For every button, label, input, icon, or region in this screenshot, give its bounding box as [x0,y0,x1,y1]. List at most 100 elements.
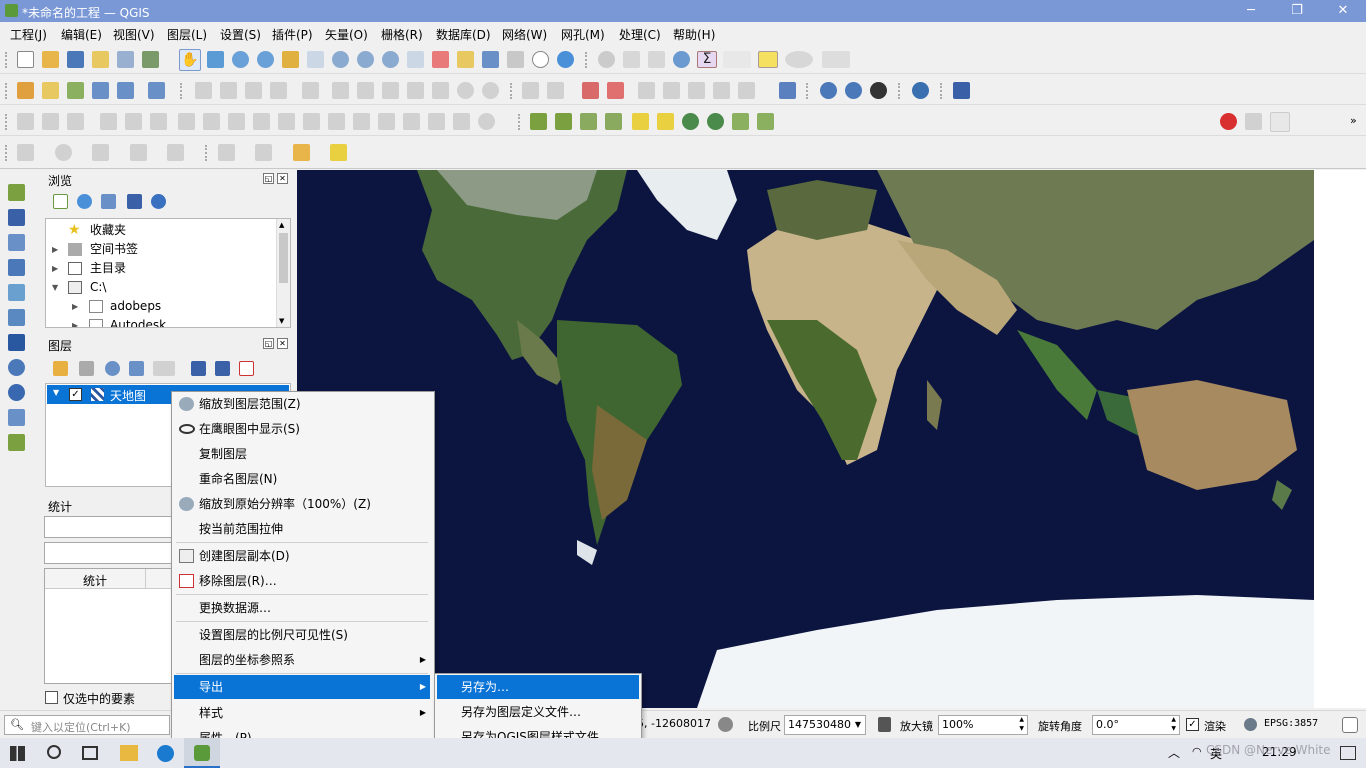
style-manager-icon[interactable] [142,51,159,68]
tree-item-home[interactable]: ▶ 主目录 [46,259,276,278]
new-spatialite-layer-icon[interactable] [92,82,109,99]
show-hidden-icons-icon[interactable]: ︿ [1168,744,1180,761]
render-checkbox[interactable]: ✓ [1186,718,1199,731]
zoom-next-icon[interactable] [407,51,424,68]
menu-item-styles[interactable]: 样式 ▶ [174,701,430,725]
database-icon[interactable] [779,82,796,99]
measure-icon[interactable] [723,51,751,68]
map-tips-icon[interactable] [758,51,778,68]
open-project-icon[interactable] [42,51,59,68]
form-annotation-icon[interactable] [255,144,272,161]
lock-scale-icon[interactable] [878,717,891,732]
split-parts-icon[interactable] [328,113,345,130]
scale-combobox[interactable]: 147530480 ▼ [784,715,866,735]
offset-point-symbols-icon[interactable] [428,113,445,130]
pin-labels-icon[interactable] [547,82,564,99]
snapping-options-icon[interactable] [1270,112,1290,132]
reshape-features-icon[interactable] [203,113,220,130]
rectangle-tool-icon[interactable] [130,144,147,161]
menu-item-export[interactable]: 导出 ▶ [174,675,430,699]
toolbar-grip[interactable] [5,145,8,161]
select-by-value-icon[interactable] [555,113,572,130]
zoom-to-selection-icon[interactable] [307,51,324,68]
add-group-icon[interactable] [79,361,94,376]
float-panel-icon[interactable]: ◱ [263,173,274,184]
collapse-all-icon[interactable] [215,361,230,376]
open-attribute-table-icon[interactable] [623,51,640,68]
add-spatialite-icon[interactable] [8,284,25,301]
reverse-line-icon[interactable] [253,113,270,130]
offset-curve-icon[interactable] [228,113,245,130]
spin-arrows-icon[interactable]: ▲ ▼ [1019,716,1024,733]
add-selected-layers-icon[interactable] [53,194,68,209]
tree-item-drive-c[interactable]: ▼ C:\ [46,278,276,297]
zoom-last-icon[interactable] [382,51,399,68]
add-part-icon[interactable] [100,113,117,130]
new-project-icon[interactable] [17,51,34,68]
tree-item-autodesk[interactable]: ▶ Autodesk [46,316,276,327]
temporal-controller-icon[interactable] [532,51,549,68]
save-edits-icon[interactable] [245,82,262,99]
delete-ring-icon[interactable] [150,113,167,130]
field-calculator-icon[interactable] [648,51,665,68]
toolbar-grip[interactable] [898,83,901,99]
new-geopackage-layer-icon[interactable] [42,82,59,99]
merge-attributes-icon[interactable] [378,113,395,130]
pan-map-icon[interactable]: ✋ [179,49,201,71]
menu-item-change-data-source[interactable]: 更换数据源… [174,596,430,620]
label-toolbar-icon[interactable] [522,82,539,99]
zoom-to-layer-icon[interactable] [332,51,349,68]
toolbar-grip[interactable] [180,83,183,99]
annotation-tool-icon[interactable] [218,144,235,161]
maximize-button[interactable]: ❐ [1274,0,1320,22]
ellipse-tool-icon[interactable] [92,144,109,161]
menu-view[interactable]: 视图(V) [113,26,155,43]
map-canvas[interactable] [297,170,1314,708]
toolbar-grip[interactable] [806,83,809,99]
show-bookmarks-icon[interactable] [507,51,524,68]
expand-all-icon[interactable] [191,361,206,376]
menu-database[interactable]: 数据库(D) [436,26,491,43]
collapse-arrow-icon[interactable]: ▼ [53,388,59,397]
digitize-shape-icon[interactable] [42,113,59,130]
notification-icon[interactable] [1340,746,1356,760]
trim-extend-icon[interactable] [278,113,295,130]
layer-visibility-checkbox[interactable]: ✓ [69,388,82,401]
delete-selected-icon[interactable] [357,82,374,99]
merge-features-icon[interactable] [353,113,370,130]
new-virtual-layer-icon[interactable] [117,82,134,99]
select-by-expression-icon[interactable] [605,113,622,130]
circular-string-icon[interactable] [17,144,34,161]
menu-item-remove-layer[interactable]: 移除图层(R)… [174,569,430,593]
add-mesh-layer-icon[interactable] [8,234,25,251]
copy-features-icon[interactable] [407,82,424,99]
task-view-icon[interactable] [82,746,98,760]
select-by-location-icon[interactable] [682,113,699,130]
menu-settings[interactable]: 设置(S) [220,26,261,43]
save-project-icon[interactable] [67,51,84,68]
toggle-extents-icon[interactable] [718,717,733,732]
metasearch-icon[interactable] [870,82,887,99]
circle-tool-icon[interactable] [55,144,72,161]
expand-arrow-icon[interactable]: ▶ [52,240,58,259]
regular-polygon-icon[interactable] [167,144,184,161]
delete-part-icon[interactable] [178,113,195,130]
rotate-point-symbols-icon[interactable] [403,113,420,130]
html-annotation-icon[interactable] [330,144,347,161]
add-vector-layer-icon[interactable] [148,82,165,99]
filter-by-expression-icon[interactable] [153,361,175,376]
add-raster-layer-icon[interactable] [8,209,25,226]
add-ring-icon[interactable] [67,113,84,130]
zoom-native-icon[interactable] [357,51,374,68]
coordinate-display[interactable]: 5, -12608017 [634,715,714,735]
identify-icon[interactable] [598,51,615,68]
menu-item-scale-visibility[interactable]: 设置图层的比例尺可见性(S) [174,623,430,647]
crs-label[interactable]: EPSG:3857 [1264,718,1318,729]
wifi-icon[interactable]: ◠ [1192,745,1202,758]
add-virtual-layer-icon[interactable] [8,434,25,451]
move-label-icon[interactable] [638,82,655,99]
close-panel-icon[interactable]: ✕ [277,173,288,184]
add-xyz-icon[interactable] [8,384,25,401]
menu-item-save-as[interactable]: 另存为… [437,675,639,699]
manage-map-themes-icon[interactable] [105,361,120,376]
